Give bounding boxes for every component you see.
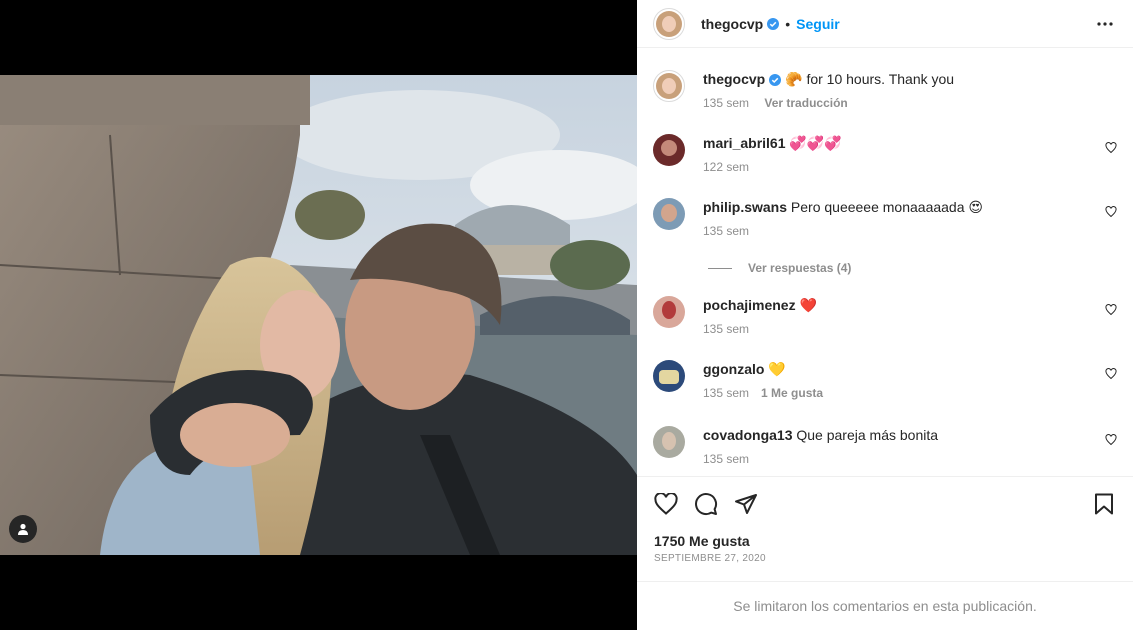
comment-item: covadonga13 Que pareja más bonita 135 se… <box>653 426 1117 468</box>
likes-count[interactable]: 1750 Me gusta <box>654 533 750 549</box>
replies-divider <box>708 267 732 269</box>
share-icon <box>735 494 757 514</box>
comment-text: ❤️ <box>799 297 817 313</box>
translate-link[interactable]: Ver traducción <box>764 96 847 110</box>
verified-icon <box>767 17 780 30</box>
comment-text: Pero queeeee monaaaaada 😍 <box>790 199 983 215</box>
comment-likes[interactable]: 1 Me gusta <box>761 386 823 400</box>
more-icon <box>1097 21 1113 26</box>
post-media <box>0 0 637 630</box>
comments-list[interactable]: thegocvp 🥐 for 10 hours. Thank you 135 s… <box>637 56 1133 476</box>
comment-text: Que pareja más bonita <box>796 427 939 443</box>
comment-time[interactable]: 135 sem <box>703 224 749 238</box>
user-tag-button[interactable] <box>9 515 37 543</box>
like-button[interactable] <box>653 491 679 517</box>
comment-text: 💛 <box>768 361 786 377</box>
commenter-username[interactable]: mari_abril61 <box>703 135 786 151</box>
heart-icon <box>654 493 678 515</box>
commenter-avatar[interactable] <box>653 360 685 392</box>
heart-icon[interactable] <box>1105 206 1117 218</box>
caption-username[interactable]: thegocvp <box>703 71 765 87</box>
comment-time[interactable]: 135 sem <box>703 452 749 466</box>
photo-illustration <box>0 75 637 555</box>
comments-limited-notice: Se limitaron los comentarios en esta pub… <box>637 581 1133 630</box>
commenter-username[interactable]: philip.swans <box>703 199 787 215</box>
save-icon <box>1095 493 1113 515</box>
save-button[interactable] <box>1091 491 1117 517</box>
share-button[interactable] <box>733 491 759 517</box>
heart-icon[interactable] <box>1105 368 1117 380</box>
comment-icon <box>695 493 718 516</box>
caption-text: for 10 hours. Thank you <box>806 71 955 87</box>
commenter-username[interactable]: covadonga13 <box>703 427 792 443</box>
commenter-avatar[interactable] <box>653 134 685 166</box>
comment-item: pochajimenez ❤️ 135 sem <box>653 296 1117 338</box>
post-photo[interactable] <box>0 75 637 555</box>
caption-time[interactable]: 135 sem <box>703 96 749 110</box>
comment-item: philip.swans Pero queeeee monaaaaada 😍 1… <box>653 198 1117 240</box>
post-panel: thegocvp • Seguir thegocvp 🥐 for 10 hour… <box>637 0 1133 630</box>
comment-time[interactable]: 135 sem <box>703 386 749 400</box>
post-date[interactable]: Septiembre 27, 2020 <box>654 553 766 564</box>
comment-item: ggonzalo 💛 135 sem 1 Me gusta <box>653 360 1117 402</box>
heart-icon[interactable] <box>1105 434 1117 446</box>
view-replies-label: Ver respuestas (4) <box>748 261 852 275</box>
view-replies-button[interactable]: Ver respuestas (4) <box>708 261 851 275</box>
caption-emoji: 🥐 <box>785 71 803 87</box>
post-actions: 1750 Me gusta Septiembre 27, 2020 <box>637 476 1133 581</box>
commenter-avatar[interactable] <box>653 296 685 328</box>
author-avatar[interactable] <box>653 7 685 40</box>
heart-icon[interactable] <box>1105 142 1117 154</box>
user-tag-icon <box>18 523 28 535</box>
separator-dot: • <box>785 15 791 32</box>
commenter-avatar[interactable] <box>653 198 685 230</box>
comment-item: mari_abril61 💞💞💞 122 sem <box>653 134 1117 176</box>
heart-icon[interactable] <box>1105 304 1117 316</box>
commenter-avatar[interactable] <box>653 426 685 458</box>
comment-time[interactable]: 122 sem <box>703 160 749 174</box>
follow-button[interactable]: Seguir <box>796 16 840 32</box>
comment-time[interactable]: 135 sem <box>703 322 749 336</box>
more-options-button[interactable] <box>1093 12 1117 36</box>
verified-icon <box>769 74 782 86</box>
commenter-username[interactable]: ggonzalo <box>703 361 764 377</box>
comment-button[interactable] <box>693 491 719 517</box>
commenter-username[interactable]: pochajimenez <box>703 297 796 313</box>
post-header: thegocvp • Seguir <box>637 0 1133 48</box>
author-avatar[interactable] <box>653 70 685 102</box>
caption: thegocvp 🥐 for 10 hours. Thank you 135 s… <box>653 70 1117 112</box>
author-username[interactable]: thegocvp <box>701 16 763 32</box>
comment-text: 💞💞💞 <box>789 135 842 151</box>
